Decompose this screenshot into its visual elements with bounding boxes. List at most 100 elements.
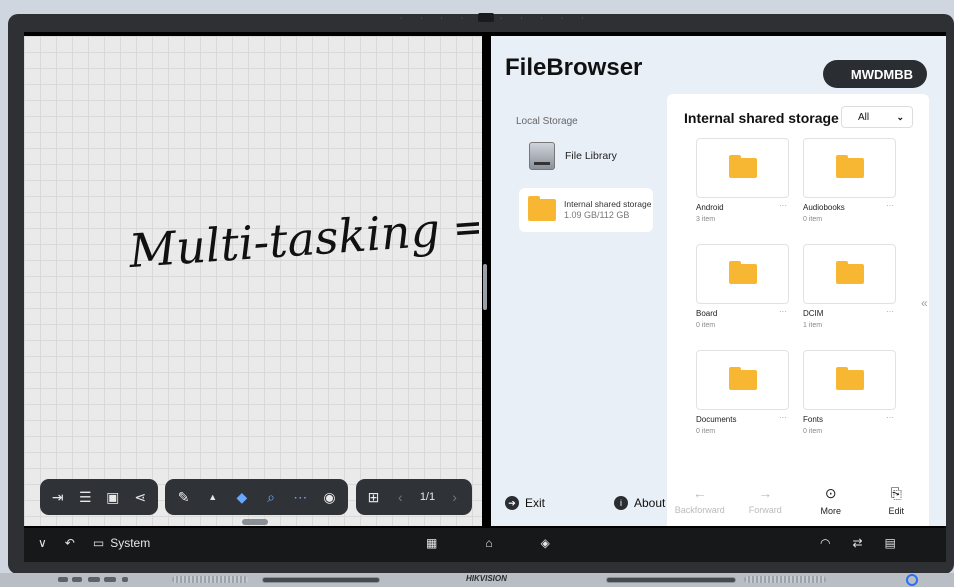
screen: Multi-tasking ⇒ ⇥ ☰ ▣ ⋖ ✎ ▲ ◆ ⌕ ⋯ ◉ ⊞ ‹ … [24, 32, 946, 562]
system-label: System [110, 536, 151, 550]
folder-icon [835, 367, 864, 390]
folder-icon [835, 155, 864, 178]
slot [262, 577, 380, 583]
folder-count: 1 item [803, 322, 823, 329]
more-options-icon[interactable]: ··· [779, 201, 787, 210]
toolbox-icon[interactable]: ▤ [885, 536, 896, 550]
storage-sidebar: Local Storage File Library Internal shar… [505, 94, 667, 526]
file-library-item[interactable]: File Library [529, 142, 617, 170]
filter-select[interactable]: All ⌄ [841, 106, 913, 128]
ellipsis-circle-icon: ⊙ [824, 484, 837, 501]
page-indicator: 1/1 [419, 491, 436, 503]
action-bar: ← Backforward → Forward ⊙ More ⎘ Edit [667, 474, 929, 526]
exit-label: Exit [525, 496, 546, 510]
more-tools-icon[interactable]: ⋯ [292, 488, 309, 506]
apps-grid-icon[interactable]: ▦ [426, 536, 437, 550]
svg-text:Multi-tasking ⇒: Multi-tasking ⇒ [129, 199, 479, 278]
about-label: About [634, 496, 666, 510]
storage-size: 1.09 GB/112 GB [564, 210, 630, 220]
slot [606, 577, 736, 583]
toolbar-group-file: ⇥ ☰ ▣ ⋖ [40, 479, 158, 515]
folder-name: Documents [696, 415, 737, 424]
folder-card[interactable]: DCIM 1 item ··· [803, 244, 896, 329]
trim-dash [104, 577, 116, 582]
save-icon[interactable]: ▣ [105, 488, 121, 506]
trim-dash [88, 577, 100, 582]
back-button[interactable]: ← Backforward [667, 474, 733, 526]
folder-name: Audiobooks [803, 203, 845, 212]
color-icon[interactable]: ◉ [321, 488, 338, 506]
chevron-down-icon: ⌄ [896, 111, 904, 122]
panel-title: Internal shared storage [684, 110, 839, 126]
file-panel: Internal shared storage All ⌄ Android 3 … [667, 94, 929, 526]
filter-value: All [858, 111, 870, 123]
layers-icon[interactable]: ◈ [541, 536, 550, 550]
filebrowser-window: FileBrowser MWDMBB Local Storage File Li… [491, 36, 946, 526]
folder-count: 0 item [696, 428, 716, 435]
wifi-icon[interactable]: ◠ [820, 536, 830, 550]
arrow-right-icon: ➔ [505, 496, 519, 510]
drive-icon [529, 142, 555, 170]
pen-options-chevron-icon[interactable]: ▲ [204, 488, 221, 506]
prev-page-icon[interactable]: ‹ [393, 488, 408, 506]
home-icon[interactable]: ⌂ [485, 536, 492, 550]
folder-card[interactable]: Audiobooks 0 item ··· [803, 138, 896, 223]
exit-whiteboard-icon[interactable]: ⇥ [50, 488, 66, 506]
more-options-icon[interactable]: ··· [779, 307, 787, 316]
more-label: More [820, 505, 841, 516]
folder-name: DCIM [803, 309, 824, 318]
forward-button[interactable]: → Forward [733, 474, 799, 526]
more-options-icon[interactable]: ··· [886, 413, 894, 422]
more-options-icon[interactable]: ··· [886, 307, 894, 316]
select-icon[interactable]: ⌕ [263, 488, 280, 506]
sensor-dots-right: · · · · · [500, 15, 592, 22]
user-badge[interactable]: MWDMBB [823, 60, 927, 88]
eraser-icon[interactable]: ◆ [233, 488, 250, 506]
folder-card[interactable]: Documents 0 item ··· [696, 350, 789, 435]
system-icon: ▭ [92, 536, 105, 550]
exit-button[interactable]: ➔ Exit [505, 496, 545, 510]
brand-logo: HIKVISION [466, 574, 507, 583]
forward-label: Forward [748, 505, 782, 515]
arrow-left-icon: ← [692, 485, 707, 501]
more-options-icon[interactable]: ··· [779, 413, 787, 422]
folder-icon [728, 261, 757, 284]
more-options-icon[interactable]: ··· [886, 201, 894, 210]
share-icon[interactable]: ⋖ [133, 488, 149, 506]
info-icon: i [614, 496, 628, 510]
arrow-right-icon: → [758, 485, 773, 501]
folder-name: Fonts [803, 415, 824, 424]
edit-button[interactable]: ⎘ Edit [864, 474, 930, 526]
next-page-icon[interactable]: › [447, 488, 462, 506]
settings-sliders-icon[interactable]: ⇄ [852, 536, 862, 550]
collapse-sidebar-icon[interactable]: « [921, 296, 928, 310]
pen-icon[interactable]: ✎ [175, 488, 192, 506]
system-button[interactable]: ▭ System [93, 536, 150, 550]
folder-icon [528, 196, 556, 221]
folder-count: 3 item [696, 216, 716, 223]
edit-icon: ⎘ [890, 484, 902, 501]
folder-name: Android [696, 203, 724, 212]
local-storage-label: Local Storage [516, 116, 578, 127]
folder-card[interactable]: Android 3 item ··· [696, 138, 789, 223]
taskbar: ∨ ↶ ▭ System ▦ ⌂ ◈ ◠ ⇄ ▤ [24, 528, 946, 562]
trim-dash [72, 577, 82, 582]
folder-icon [835, 261, 864, 284]
menu-icon[interactable]: ☰ [78, 488, 94, 506]
folder-card[interactable]: Board 0 item ··· [696, 244, 789, 329]
whiteboard-canvas[interactable]: Multi-tasking ⇒ ⇥ ☰ ▣ ⋖ ✎ ▲ ◆ ⌕ ⋯ ◉ ⊞ ‹ … [24, 36, 482, 526]
toolbar-handle[interactable] [242, 519, 268, 525]
storage-name: Internal shared storage [564, 199, 652, 209]
more-button[interactable]: ⊙ More [798, 474, 864, 526]
internal-storage-item[interactable]: Internal shared storage 1.09 GB/112 GB [519, 188, 653, 232]
about-button[interactable]: i About [614, 496, 665, 510]
handwriting-multitasking: Multi-tasking ⇒ [129, 199, 479, 278]
folder-card[interactable]: Fonts 0 item ··· [803, 350, 896, 435]
folder-count: 0 item [696, 322, 716, 329]
split-divider-handle[interactable] [483, 264, 487, 310]
back-icon[interactable]: ↶ [65, 536, 75, 550]
power-icon[interactable] [906, 574, 918, 586]
add-page-icon[interactable]: ⊞ [366, 488, 381, 506]
app-title: FileBrowser [505, 54, 643, 81]
chevron-down-icon[interactable]: ∨ [38, 536, 47, 550]
